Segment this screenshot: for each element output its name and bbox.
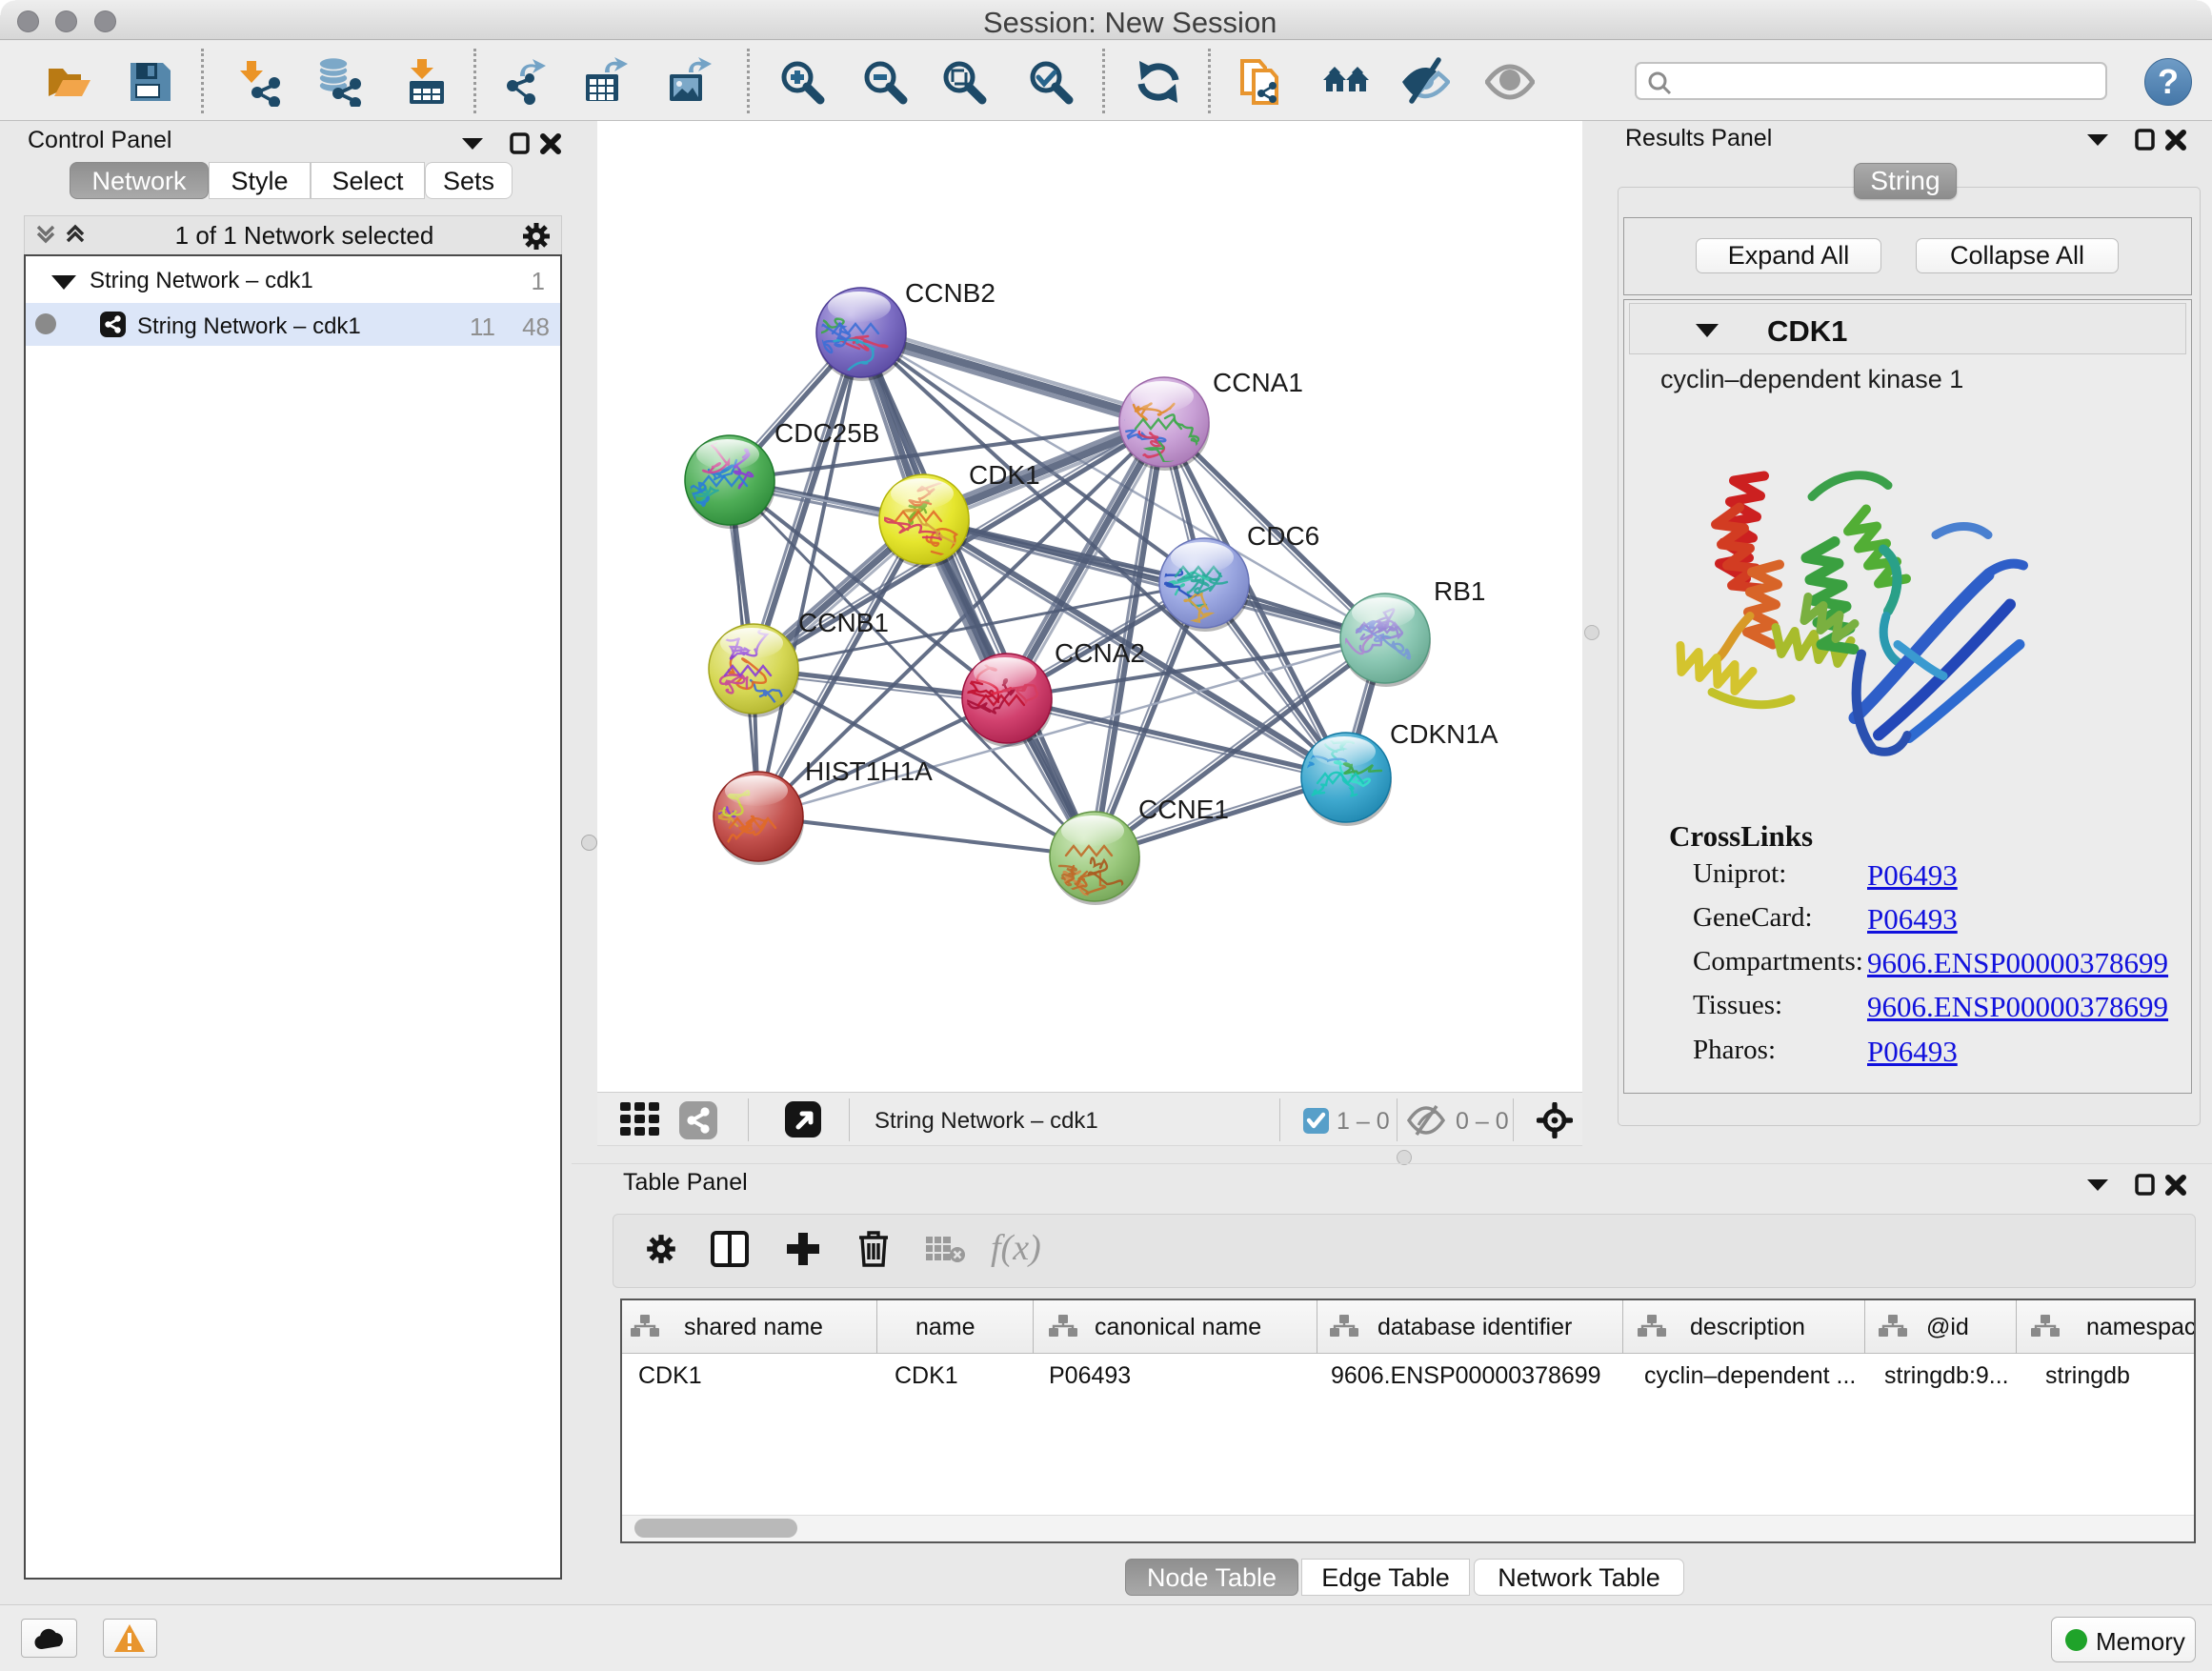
svg-text:CDC25B: CDC25B (774, 418, 879, 448)
svg-text:CCNA1: CCNA1 (1213, 368, 1303, 397)
svg-text:CDC6: CDC6 (1247, 521, 1319, 551)
svg-text:CCNB2: CCNB2 (905, 278, 995, 308)
svg-text:CCNB1: CCNB1 (798, 608, 889, 637)
svg-text:CCNE1: CCNE1 (1138, 795, 1229, 824)
svg-text:HIST1H1A: HIST1H1A (805, 756, 933, 786)
svg-text:CCNA2: CCNA2 (1055, 638, 1145, 668)
svg-text:RB1: RB1 (1434, 576, 1485, 606)
svg-text:CDK1: CDK1 (969, 460, 1040, 490)
svg-text:CDKN1A: CDKN1A (1390, 719, 1498, 749)
